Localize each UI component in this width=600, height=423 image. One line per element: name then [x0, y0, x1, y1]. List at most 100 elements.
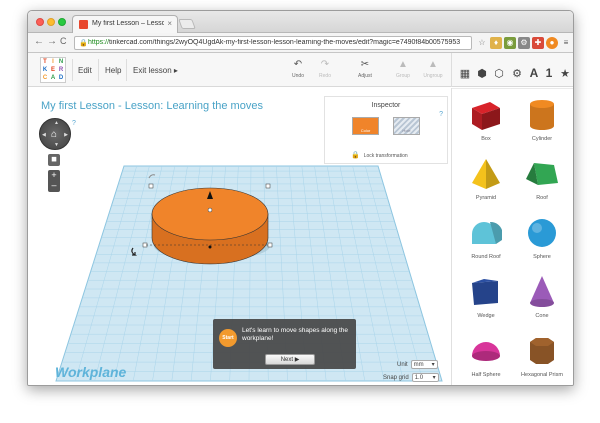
text-shapes-icon[interactable]: A — [527, 66, 541, 80]
shape-label: Sphere — [533, 254, 551, 260]
resize-handle[interactable] — [265, 183, 271, 189]
shape-label: Round Roof — [471, 254, 501, 260]
resize-handle[interactable] — [148, 183, 154, 189]
redo-icon: ↷ — [320, 59, 330, 70]
shape-box[interactable]: Box — [458, 96, 514, 142]
menu-edit[interactable]: Edit — [78, 66, 92, 75]
group-icon: ▲ — [398, 59, 408, 70]
snap-grid-setting: Snap grid 1.0 — [383, 373, 439, 382]
tab-strip: My first Lesson – Lesson × — [28, 11, 573, 33]
tab-close-icon[interactable]: × — [167, 19, 172, 28]
unit-select[interactable]: mm — [410, 360, 438, 369]
extension-icon[interactable]: ⚙ — [518, 37, 530, 49]
geometric-shapes-icon[interactable]: ⬢ — [475, 67, 489, 80]
tab-title: My first Lesson – Lesson — [92, 20, 164, 27]
profile-icon[interactable]: ● — [546, 37, 558, 49]
hole-swatch[interactable]: Hole — [393, 117, 420, 135]
settings-icon[interactable]: ⚙ — [510, 67, 524, 80]
divider — [451, 53, 452, 87]
lock-icon: 🔒 — [351, 152, 360, 159]
workplane-label: Workplane — [55, 364, 127, 380]
logo-letter: N — [58, 59, 64, 65]
divider — [72, 59, 73, 81]
tinkercad-logo[interactable]: TIN KER CAD — [40, 57, 66, 83]
color-swatch[interactable]: Color — [352, 117, 379, 135]
redo-button[interactable]: ↷ Redo — [310, 59, 340, 79]
sphere-shape-icon — [528, 219, 556, 247]
shape-cylinder[interactable]: Cylinder — [514, 96, 570, 142]
menu-exit-lesson[interactable]: Exit lesson ▸ — [133, 66, 178, 75]
maximize-window-button[interactable] — [58, 18, 66, 26]
shape-roof[interactable]: Roof — [514, 155, 570, 201]
bottom-handle[interactable] — [208, 245, 212, 249]
box-shape-icon — [472, 102, 500, 130]
shape-halfsphere[interactable]: Half Sphere — [458, 332, 514, 378]
extension-icon[interactable]: ✚ — [532, 37, 544, 49]
address-bar: ← → C 🔒 https://tinkercad.com/things/2wy… — [28, 33, 573, 53]
shape-sphere[interactable]: Sphere — [514, 214, 570, 260]
shape-pyramid[interactable]: Pyramid — [458, 155, 514, 201]
grid-view-icon[interactable]: ▦ — [458, 67, 472, 80]
shape-label: Box — [481, 136, 491, 142]
tinkercad-favicon-icon — [79, 20, 88, 29]
new-tab-button[interactable] — [178, 19, 196, 29]
inspector-title: Inspector — [371, 102, 401, 109]
lesson-tooltip: Start Let's learn to move shapes along t… — [213, 319, 356, 369]
reload-button[interactable]: C — [60, 36, 67, 46]
cylinder-shape-icon — [530, 100, 554, 130]
adjust-button[interactable]: ✂ Adjust — [350, 59, 380, 79]
lock-transformation-toggle[interactable]: 🔒 Lock transformation — [351, 151, 408, 159]
shape-label: Cone — [535, 313, 549, 319]
shape-roundroof[interactable]: Round Roof — [458, 214, 514, 260]
logo-letter: D — [58, 75, 64, 81]
3d-viewport[interactable]: My first Lesson - Lesson: Learning the m… — [28, 88, 451, 385]
divider — [126, 59, 127, 81]
lesson-tip-text: Let's learn to move shapes along the wor… — [242, 327, 349, 342]
browser-window: My first Lesson – Lesson × ← → C 🔒 https… — [27, 10, 574, 386]
halfsphere-shape-icon — [472, 342, 500, 361]
menu-help[interactable]: Help — [105, 66, 121, 75]
minimize-window-button[interactable] — [47, 18, 55, 26]
shape-cone[interactable]: Cone — [514, 273, 570, 319]
logo-letter: A — [50, 75, 56, 81]
shape-wedge[interactable]: Wedge — [458, 273, 514, 319]
symbols-star-icon[interactable]: ★ — [558, 67, 572, 80]
url-field[interactable]: 🔒 https://tinkercad.com/things/2wyOQ4Ugd… — [74, 36, 472, 50]
inspector-panel: Inspector ? Color Hole 🔒 Lock transformat… — [324, 96, 448, 164]
snap-grid-select[interactable]: 1.0 — [411, 373, 439, 382]
start-badge: Start — [219, 329, 237, 347]
inspector-help-icon[interactable]: ? — [439, 111, 443, 118]
connectors-icon[interactable]: ⬡ — [492, 67, 506, 80]
roof-shape-icon — [526, 163, 558, 185]
logo-letter: C — [42, 75, 48, 81]
shape-label: Pyramid — [475, 195, 497, 201]
adjust-icon: ✂ — [360, 59, 370, 70]
browser-tab[interactable]: My first Lesson – Lesson × — [72, 15, 178, 33]
url-text: https://tinkercad.com/things/2wyOQ4UgdAk… — [88, 39, 461, 46]
cone-shape-icon — [530, 276, 554, 307]
ungroup-icon: ▲ — [428, 59, 438, 70]
undo-button[interactable]: ↶ Undo — [283, 59, 313, 79]
forward-button[interactable]: → — [47, 36, 57, 47]
undo-icon: ↶ — [293, 59, 303, 70]
extension-icon[interactable]: ♦ — [490, 37, 502, 49]
bookmark-star-icon[interactable]: ☆ — [476, 37, 488, 49]
shape-hexprism[interactable]: Hexagonal Prism — [514, 332, 570, 378]
back-button[interactable]: ← — [34, 36, 44, 47]
shapes-panel: Box Cylinder Pyramid Roof Round Roof Sphere We… — [451, 88, 573, 385]
logo-letter: E — [50, 67, 55, 73]
wedge-shape-icon — [472, 279, 498, 305]
unit-setting: Unit mm — [397, 360, 438, 369]
close-window-button[interactable] — [36, 18, 44, 26]
hexprism-shape-icon — [530, 338, 554, 364]
center-handle[interactable] — [207, 207, 213, 213]
logo-letter: K — [42, 67, 48, 73]
number-shapes-icon[interactable]: 1 — [542, 66, 556, 80]
ungroup-button[interactable]: ▲ Ungroup — [418, 59, 448, 79]
roundroof-shape-icon — [472, 221, 502, 244]
browser-menu-icon[interactable]: ≡ — [560, 37, 572, 49]
group-button[interactable]: ▲ Group — [388, 59, 418, 79]
next-button[interactable]: Next ▶ — [265, 354, 315, 365]
extension-icon[interactable]: ◉ — [504, 37, 516, 49]
secure-lock-icon: 🔒 — [79, 40, 88, 47]
